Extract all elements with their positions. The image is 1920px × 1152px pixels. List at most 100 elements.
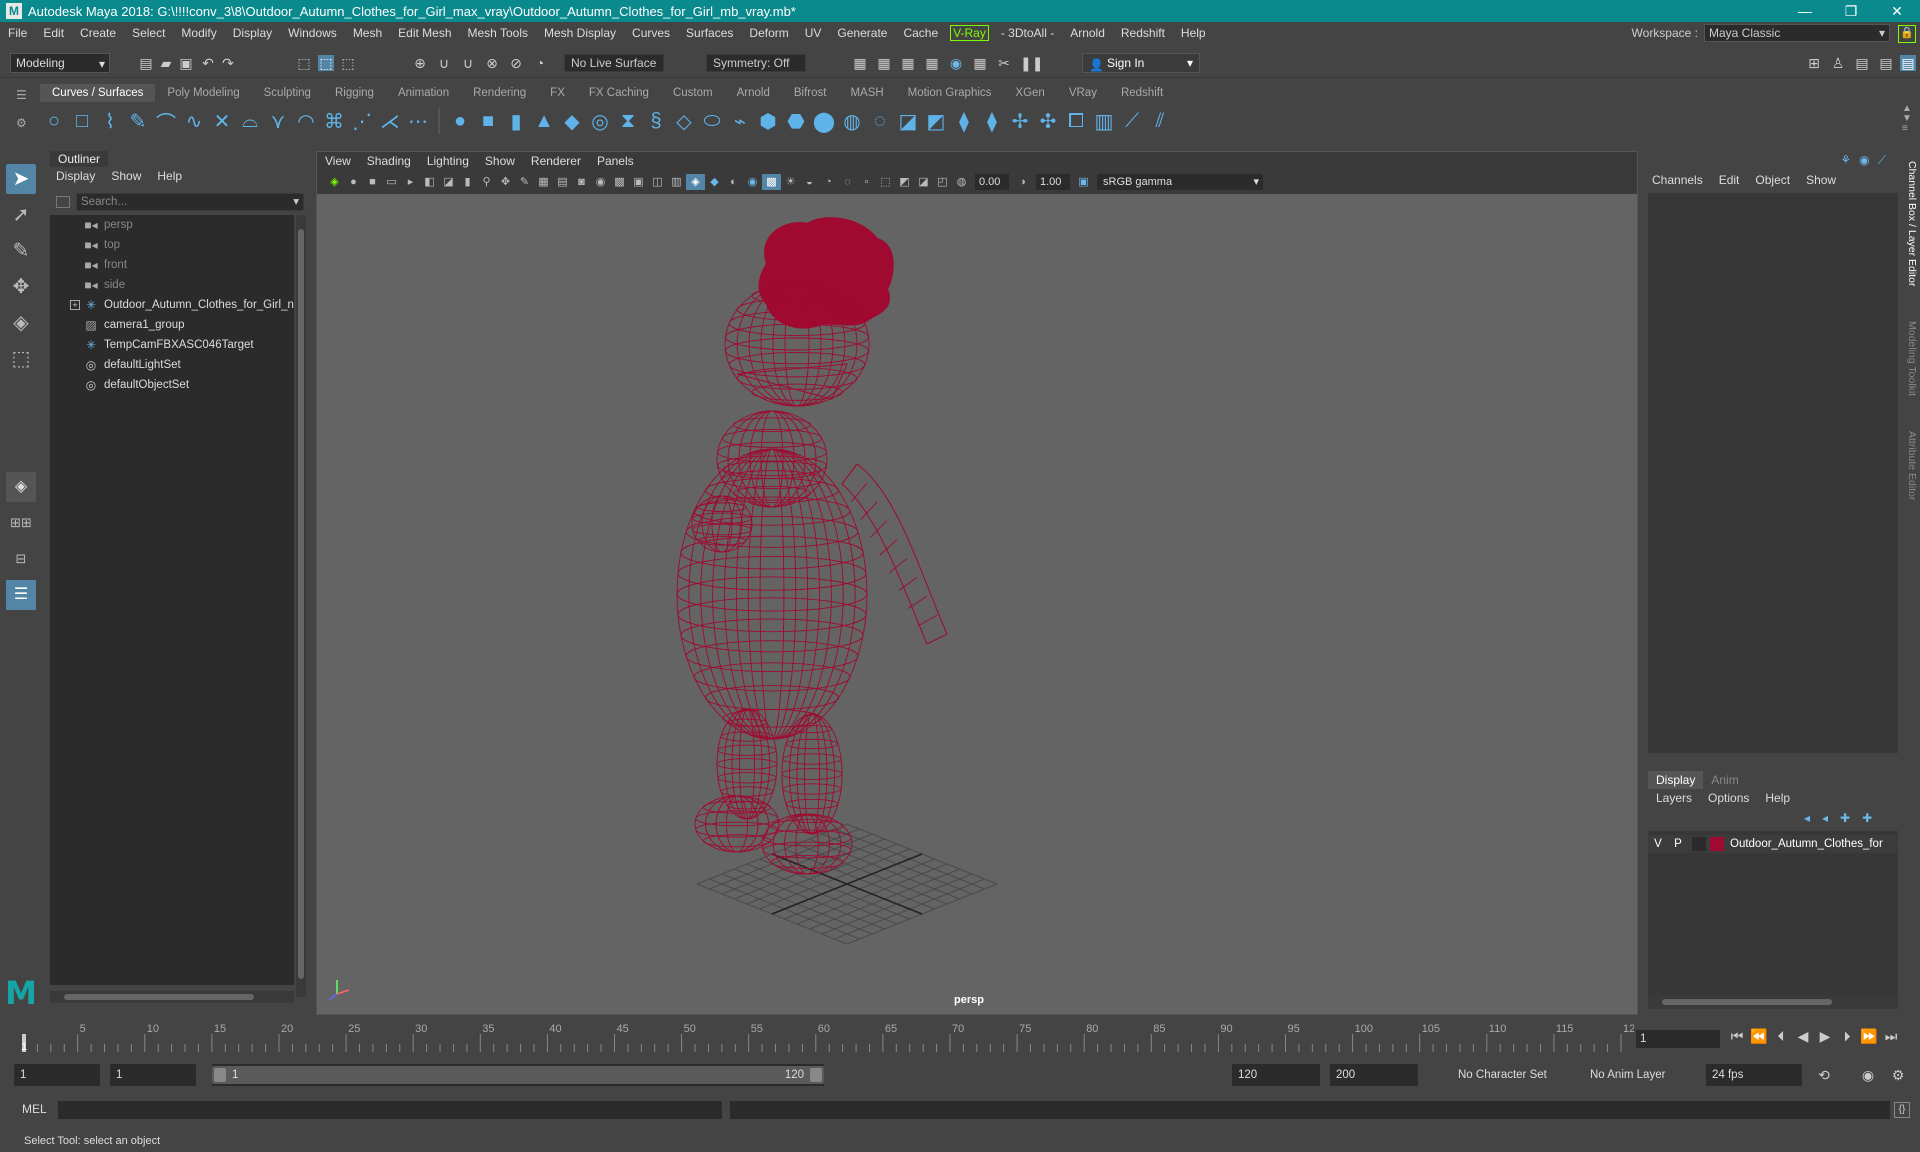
save-scene-icon[interactable]: ▣ [178,55,194,71]
range-slider-track[interactable]: 1 120 [212,1064,824,1086]
lock-icon[interactable]: 🔒 [1898,25,1916,43]
shelf-tab-bifrost[interactable]: Bifrost [782,84,839,102]
filter-icon[interactable] [56,196,70,208]
menu-create[interactable]: Create [72,26,124,40]
menu-file[interactable]: File [0,26,35,40]
menu-modify[interactable]: Modify [173,26,224,40]
nurbs-plane-icon[interactable]: ◆ [558,108,586,134]
select-by-component-icon[interactable]: ⬚ [340,55,356,71]
pause-icon[interactable]: ❚❚ [1020,55,1043,71]
layer-menu-layers[interactable]: Layers [1656,791,1692,805]
curve-intersect-icon[interactable]: ✕ [208,108,236,134]
workspace-dropdown[interactable]: Maya Classic [1704,24,1890,42]
snap-curve-icon[interactable]: ∪ [436,55,452,71]
anti-aliasing-icon[interactable]: ◩ [895,174,914,190]
menu-edit[interactable]: Edit [35,26,72,40]
detach-curves-icon[interactable]: ◠ [292,108,320,134]
bevel-plus-icon[interactable]: ⬢ [754,108,782,134]
3d-viewport[interactable]: persp [317,194,1637,1014]
xray-components-icon[interactable]: ◉ [743,174,762,190]
range-slider-thumb[interactable]: 1 120 [212,1066,824,1084]
lasso-tool-icon[interactable]: ➚ [6,200,36,230]
rebuild-curve-icon[interactable]: ⋯ [404,108,432,134]
shelf-tab-redshift[interactable]: Redshift [1109,84,1175,102]
outliner-menu-show[interactable]: Show [111,169,141,183]
viewport-menu-view[interactable]: View [325,154,351,168]
step-back-key-icon[interactable]: ⏪ [1748,1028,1770,1045]
symmetry-field[interactable]: Symmetry: Off [706,54,806,72]
viewport-menu-show[interactable]: Show [485,154,515,168]
nurbs-cone-icon[interactable]: ▲ [530,108,558,134]
scroll-thumb[interactable] [1662,999,1832,1005]
trim-tool-icon[interactable]: ◪ [894,108,922,134]
redo-icon[interactable]: ↷ [220,55,236,71]
menu-curves[interactable]: Curves [624,26,678,40]
range-start-handle[interactable] [214,1068,226,1082]
shelf-tab-motion-graphics[interactable]: Motion Graphics [896,84,1004,102]
vray-render-icon[interactable]: ▦ [972,55,988,71]
camera-lock-icon[interactable]: ◪ [914,174,933,190]
menu-set-dropdown[interactable]: Modeling [10,53,110,73]
layer-color-swatch[interactable] [1710,837,1724,851]
menu-3dtoall[interactable]: - 3DtoAll - [993,26,1062,40]
rebuild-surface-icon[interactable]: ▥ [1090,108,1118,134]
menu-select[interactable]: Select [124,26,173,40]
shelf-tab-mash[interactable]: MASH [838,84,895,102]
menu-generate[interactable]: Generate [829,26,895,40]
persp-outliner-layout-icon[interactable]: ⊟ [6,544,36,574]
minimize-button[interactable]: — [1782,3,1828,19]
menu-deform[interactable]: Deform [741,26,796,40]
layer-tab-anim[interactable]: Anim [1703,771,1746,789]
channel-box-toggle-icons[interactable]: ⚘◉⟋ [1840,153,1894,168]
step-forward-key-icon[interactable]: ⏩ [1858,1028,1880,1045]
nurbs-circle-icon[interactable]: ○ [40,108,68,134]
character-set-dropdown[interactable]: No Character Set [1448,1064,1578,1086]
sign-in-button[interactable]: 👤 Sign In [1082,53,1200,73]
outliner-vertical-scrollbar[interactable] [296,215,306,997]
xray-joints-icon[interactable]: ◐ [724,174,743,190]
menu-help[interactable]: Help [1173,26,1214,40]
menu-redshift[interactable]: Redshift [1113,26,1173,40]
grid-icon[interactable]: ▦ [534,174,553,190]
outliner-item-top[interactable]: ■◂ top [50,235,294,255]
extend-curve-icon[interactable]: ⋰ [348,108,376,134]
shelf-tab-xgen[interactable]: XGen [1003,84,1056,102]
command-input[interactable] [58,1101,722,1119]
layer-horizontal-scrollbar[interactable] [1648,995,1898,1009]
go-to-start-icon[interactable]: ⏮ [1726,1028,1748,1045]
layer-menu-help[interactable]: Help [1765,791,1790,805]
channel-box-menu-edit[interactable]: Edit [1719,173,1740,187]
isolate-icon[interactable]: ▫ [857,174,876,190]
auto-key-icon[interactable]: ◉ [1860,1067,1876,1083]
vray-stop-icon[interactable]: ✂ [996,55,1012,71]
nurbs-torus-icon[interactable]: ◎ [586,108,614,134]
insert-isoparm-icon[interactable]: ✣ [1034,108,1062,134]
shelf-scroll-icon[interactable]: ▲ ▼ ≡ [1902,104,1914,134]
playback-start-field[interactable]: 1 [110,1064,196,1086]
screen-space-ao-icon[interactable]: ⬚ [876,174,895,190]
render-view-icon[interactable]: ◉ [948,55,964,71]
offset-curve-icon[interactable]: ⋌ [376,108,404,134]
fps-dropdown[interactable]: 24 fps [1706,1064,1802,1086]
script-editor-icon[interactable]: {} [1894,1102,1910,1118]
viewport-menu-renderer[interactable]: Renderer [531,154,581,168]
single-perspective-layout-icon[interactable]: ◈ [6,472,36,502]
outliner-item-side[interactable]: ■◂ side [50,275,294,295]
nurbs-square-icon[interactable]: □ [68,108,96,134]
extrude-icon[interactable]: ⬭ [698,108,726,134]
viewport-menu-panels[interactable]: Panels [597,154,634,168]
loft-icon[interactable]: § [642,108,670,134]
sculpt-geometry-icon[interactable]: ⟋ [1118,108,1146,134]
color-management-icon[interactable]: ▣ [1074,174,1093,190]
scene-start-field[interactable]: 1 [14,1064,100,1086]
exposure-field[interactable]: 0.00 [975,174,1009,190]
channel-box-icon[interactable]: ▤ [1900,55,1916,71]
scale-tool-icon[interactable]: ⬚ [6,344,36,374]
film-gate-icon[interactable]: ◪ [439,174,458,190]
gate-mask-icon[interactable]: ⚲ [477,174,496,190]
shelf-tab-curves-surfaces[interactable]: Curves / Surfaces [40,84,156,102]
current-frame-field[interactable]: 1 [1636,1030,1720,1048]
toggle-ui-icon[interactable]: ◰ [933,174,952,190]
menu-mesh[interactable]: Mesh [345,26,390,40]
layer-display-type-toggle[interactable] [1692,837,1706,851]
